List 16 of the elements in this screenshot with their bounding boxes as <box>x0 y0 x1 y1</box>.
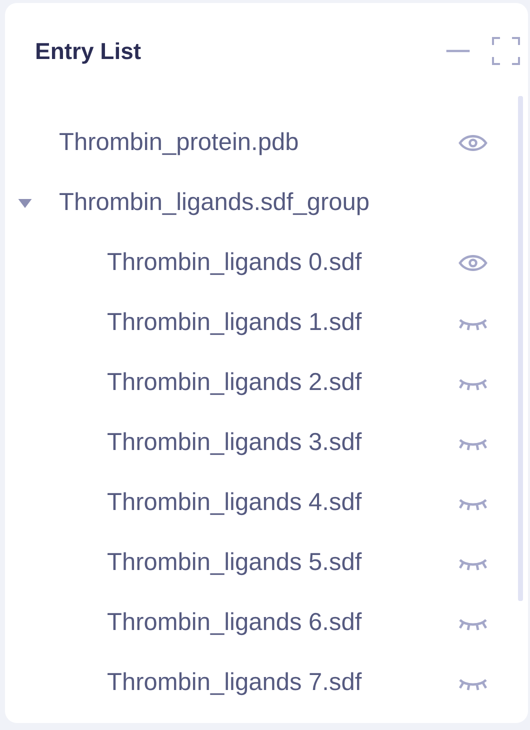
entry-name[interactable]: Thrombin_protein.pdb <box>59 129 458 157</box>
scrollbar[interactable] <box>518 96 523 601</box>
entry-name[interactable]: Thrombin_ligands 2.sdf <box>107 369 458 397</box>
entry-name[interactable]: Thrombin_ligands 5.sdf <box>107 549 458 577</box>
entry-name[interactable]: Thrombin_ligands 4.sdf <box>107 489 458 517</box>
eye-icon[interactable] <box>458 133 488 153</box>
entry-name[interactable]: Thrombin_ligands.sdf_group <box>59 189 518 217</box>
caret-icon[interactable] <box>18 198 32 208</box>
entry-name[interactable]: Thrombin_ligands 7.sdf <box>107 669 458 697</box>
panel-title: Entry List <box>35 38 142 64</box>
entry-name[interactable]: Thrombin_ligands 1.sdf <box>107 309 458 337</box>
entry-name[interactable]: Thrombin_ligands 3.sdf <box>107 429 458 457</box>
eye-icon[interactable] <box>458 253 488 273</box>
entry-name[interactable]: Thrombin_ligands 6.sdf <box>107 609 458 637</box>
entry-name[interactable]: Thrombin_ligands 0.sdf <box>107 249 458 277</box>
fullscreen-icon[interactable] <box>492 37 520 65</box>
